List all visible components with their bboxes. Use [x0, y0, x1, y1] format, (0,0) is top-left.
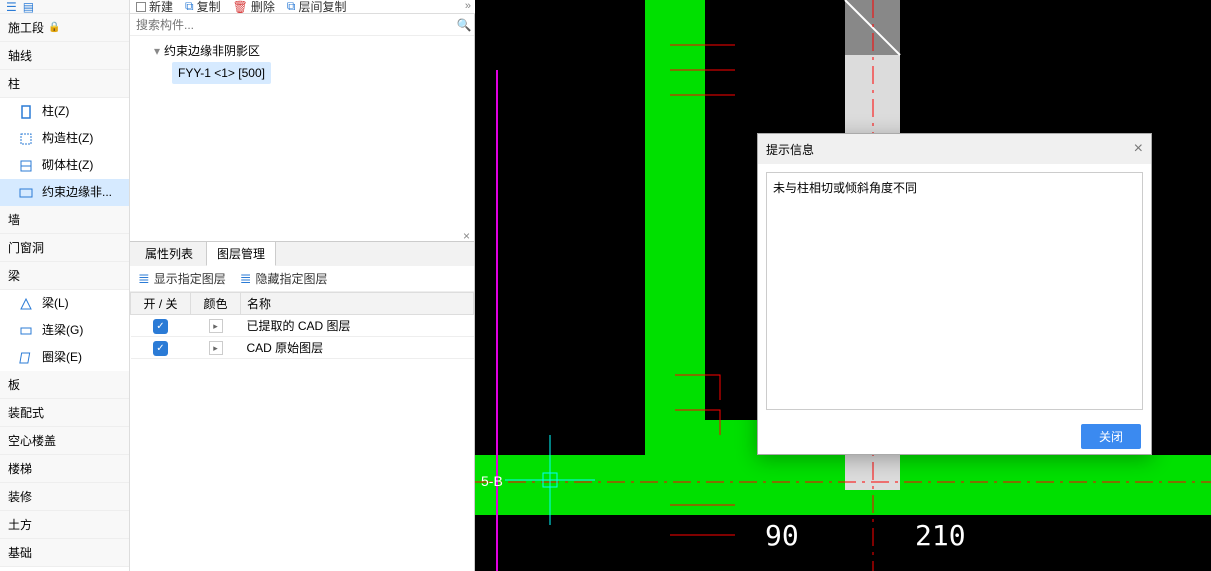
layer-name: 已提取的 CAD 图层: [241, 315, 474, 337]
checkbox-checked[interactable]: ✓: [153, 341, 168, 356]
delete-button[interactable]: 🗑删除: [233, 0, 275, 14]
nav-top-strip[interactable]: ☰▤: [0, 0, 129, 14]
nav-section-prefab[interactable]: 装配式: [0, 399, 129, 427]
quanliang-icon: [18, 350, 34, 366]
nav-section-column[interactable]: 柱: [0, 70, 129, 98]
beam-icon: [18, 296, 34, 312]
nav-item-qiti-column[interactable]: 砌体柱(Z): [0, 152, 129, 179]
nav-panel: ☰▤ 施工段 🔒 轴线 柱 柱(Z) 构造柱(Z) 砌体柱(Z) 约束边缘非..…: [0, 0, 130, 571]
table-row[interactable]: ✓ ▸ 已提取的 CAD 图层: [131, 315, 474, 337]
tab-row: 属性列表 图层管理: [130, 242, 474, 266]
expand-icon[interactable]: ▸: [209, 341, 223, 355]
table-row[interactable]: ✓ ▸ CAD 原始图层: [131, 337, 474, 359]
nav-item-label: 砌体柱(Z): [42, 152, 93, 179]
canvas-dim-90: 90: [765, 519, 799, 552]
col-name[interactable]: 名称: [241, 293, 474, 315]
nav-item-constraint-edge[interactable]: 约束边缘非...: [0, 179, 129, 206]
nav-section-axis[interactable]: 轴线: [0, 42, 129, 70]
nav-item-label: 约束边缘非...: [42, 179, 112, 206]
gouzao-icon: [18, 131, 34, 147]
constraint-icon: [18, 185, 34, 201]
nav-item-label: 柱(Z): [42, 98, 69, 125]
nav-item-label: 构造柱(Z): [42, 125, 93, 152]
layer-name: CAD 原始图层: [241, 337, 474, 359]
nav-label: 施工段: [8, 14, 44, 42]
info-dialog: 提示信息 × 未与柱相切或倾斜角度不同 关闭: [757, 133, 1152, 455]
layer-toolbar: ≣显示指定图层 ≣隐藏指定图层: [130, 266, 474, 292]
col-onoff[interactable]: 开 / 关: [131, 293, 191, 315]
nav-item-lianliang[interactable]: 连梁(G): [0, 317, 129, 344]
nav-section-stair[interactable]: 楼梯: [0, 455, 129, 483]
dialog-title: 提示信息: [766, 141, 814, 158]
nav-section-construction[interactable]: 施工段 🔒: [0, 14, 129, 42]
show-layer-icon: ≣: [138, 270, 150, 287]
checkbox-checked[interactable]: ✓: [153, 319, 168, 334]
nav-item-label: 梁(L): [42, 290, 69, 317]
tab-attributes[interactable]: 属性列表: [134, 241, 204, 266]
more-icon[interactable]: »: [465, 0, 471, 12]
tree-group[interactable]: ▾约束边缘非阴影区: [144, 40, 466, 62]
nav-section-door-window[interactable]: 门窗洞: [0, 234, 129, 262]
search-row: 🔍: [130, 14, 474, 36]
qiti-icon: [18, 158, 34, 174]
nav-item-column-z[interactable]: 柱(Z): [0, 98, 129, 125]
close-icon[interactable]: ×: [1134, 140, 1143, 158]
close-button[interactable]: 关闭: [1081, 424, 1141, 449]
nav-item-gouzao-column[interactable]: 构造柱(Z): [0, 125, 129, 152]
lock-icon: 🔒: [48, 14, 60, 42]
nav-section-decoration[interactable]: 装修: [0, 483, 129, 511]
col-color[interactable]: 颜色: [191, 293, 241, 315]
layer-copy-button[interactable]: ⧉层间复制: [287, 0, 347, 14]
component-toolbar: 新建 ⧉复制 🗑删除 ⧉层间复制 »: [130, 0, 475, 14]
property-panel: × 属性列表 图层管理 ≣显示指定图层 ≣隐藏指定图层 开 / 关 颜色 名称 …: [130, 241, 474, 571]
nav-section-beam[interactable]: 梁: [0, 262, 129, 290]
nav-item-label: 连梁(G): [42, 317, 83, 344]
nav-section-slab[interactable]: 板: [0, 371, 129, 399]
nav-item-label: 圈梁(E): [42, 344, 82, 371]
expand-icon[interactable]: ▸: [209, 319, 223, 333]
nav-item-beam-l[interactable]: 梁(L): [0, 290, 129, 317]
nav-section-wall[interactable]: 墙: [0, 206, 129, 234]
dialog-message: 未与柱相切或倾斜角度不同: [773, 179, 1136, 196]
canvas-axis-label: 5-B: [481, 473, 503, 489]
nav-section-hollow[interactable]: 空心楼盖: [0, 427, 129, 455]
nav-section-foundation[interactable]: 基础: [0, 539, 129, 567]
nav-item-quanliang[interactable]: 圈梁(E): [0, 344, 129, 371]
search-icon[interactable]: 🔍: [454, 18, 474, 32]
tab-layer-manage[interactable]: 图层管理: [206, 241, 276, 266]
canvas-dim-210: 210: [915, 519, 966, 552]
layer-table: 开 / 关 颜色 名称 ✓ ▸ 已提取的 CAD 图层 ✓ ▸ CAD 原始图层: [130, 292, 474, 359]
caret-down-icon: ▾: [154, 44, 160, 58]
panel-close-icon[interactable]: ×: [463, 229, 470, 243]
lianliang-icon: [18, 323, 34, 339]
middle-panel: 🔍 ▾约束边缘非阴影区 FYY-1 <1> [500] × 属性列表 图层管理 …: [130, 14, 475, 571]
search-input[interactable]: [130, 18, 454, 32]
dialog-body: 未与柱相切或倾斜角度不同: [766, 172, 1143, 410]
nav-section-earthwork[interactable]: 土方: [0, 511, 129, 539]
component-tree: ▾约束边缘非阴影区 FYY-1 <1> [500]: [130, 36, 474, 241]
tree-leaf-selected[interactable]: FYY-1 <1> [500]: [172, 62, 271, 84]
hide-layer-icon: ≣: [240, 270, 252, 287]
column-icon: [18, 104, 34, 120]
new-button[interactable]: 新建: [136, 0, 173, 14]
copy-button[interactable]: ⧉复制: [185, 0, 221, 14]
dialog-footer: 关闭: [758, 418, 1151, 454]
dialog-header[interactable]: 提示信息 ×: [758, 134, 1151, 164]
show-layer-button[interactable]: ≣显示指定图层: [138, 270, 226, 287]
hide-layer-button[interactable]: ≣隐藏指定图层: [240, 270, 328, 287]
